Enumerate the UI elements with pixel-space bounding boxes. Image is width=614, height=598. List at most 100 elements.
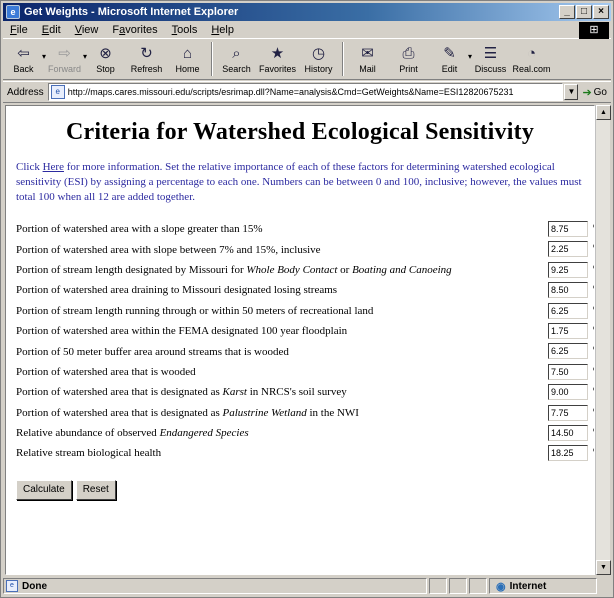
standard-toolbar: ⇦ Back ▾ ⇨ Forward ▾ ⊗ Stop ↻ Refresh ⌂ Home … bbox=[3, 40, 611, 80]
menu-favorites[interactable]: Favorites bbox=[105, 24, 164, 36]
mail-button[interactable]: ✉ Mail bbox=[347, 42, 388, 74]
weight-input[interactable]: 1.75 bbox=[548, 322, 588, 339]
toolbar-separator bbox=[342, 42, 344, 76]
criterion-label: Portion of watershed area that is wooded bbox=[16, 365, 196, 378]
favorites-button[interactable]: ★ Favorites bbox=[257, 42, 298, 74]
forward-button[interactable]: ⇨ Forward bbox=[44, 42, 85, 74]
here-link[interactable]: Here bbox=[43, 161, 64, 173]
realcom-icon: ◔ bbox=[526, 44, 537, 62]
form-buttons: Calculate Reset bbox=[16, 479, 594, 500]
weight-input[interactable]: 7.75 bbox=[548, 404, 588, 421]
criterion-row: Portion of watershed area that is wooded… bbox=[16, 362, 594, 382]
stop-button[interactable]: ⊗ Stop bbox=[85, 42, 126, 74]
page-done-icon: e bbox=[6, 580, 18, 592]
criterion-label: Portion of watershed area with a slope g… bbox=[16, 223, 263, 236]
go-arrow-icon: ➔ bbox=[582, 86, 592, 99]
maximize-button[interactable]: □ bbox=[576, 5, 592, 19]
menu-view[interactable]: View bbox=[68, 24, 106, 36]
weight-input[interactable]: 8.75 bbox=[548, 221, 588, 237]
criterion-row: Portion of watershed area with slope bet… bbox=[16, 239, 594, 259]
criterion-label: Portion of watershed area draining to Mi… bbox=[16, 284, 338, 297]
browser-window: e Get Weights - Microsoft Internet Explo… bbox=[0, 0, 614, 598]
menu-help[interactable]: Help bbox=[204, 24, 241, 36]
close-button[interactable]: × bbox=[593, 5, 609, 19]
criterion-row: Portion of watershed area draining to Mi… bbox=[16, 280, 594, 300]
discuss-icon: ☰ bbox=[483, 45, 498, 62]
status-text: Done bbox=[22, 580, 47, 592]
criterion-row: Portion of stream length designated by M… bbox=[16, 260, 594, 280]
security-zone: ◉ Internet bbox=[489, 578, 597, 594]
criterion-row: Relative abundance of observed Endangere… bbox=[16, 423, 594, 443]
criterion-label: Portion of stream length designated by M… bbox=[16, 263, 452, 276]
criterion-label: Relative stream biological health bbox=[16, 447, 162, 460]
go-button[interactable]: ➔ Go bbox=[578, 86, 611, 99]
criterion-label: Portion of 50 meter buffer area around s… bbox=[16, 345, 289, 358]
criteria-list: Portion of watershed area with a slope g… bbox=[16, 219, 594, 464]
edit-button[interactable]: ✎ Edit bbox=[429, 42, 470, 74]
address-url: http://maps.cares.missouri.edu/scripts/e… bbox=[67, 87, 514, 97]
criterion-row: Portion of 50 meter buffer area around s… bbox=[16, 341, 594, 361]
stop-icon: ⊗ bbox=[99, 45, 112, 62]
home-icon: ⌂ bbox=[182, 44, 193, 62]
address-label: Address bbox=[7, 86, 44, 98]
weight-input[interactable]: 2.25 bbox=[548, 241, 588, 258]
criterion-label: Portion of watershed area that is design… bbox=[16, 406, 359, 419]
back-arrow-icon: ⇦ bbox=[17, 45, 30, 62]
scroll-down-icon[interactable]: ▼ bbox=[596, 560, 611, 575]
weight-input[interactable]: 8.50 bbox=[548, 282, 588, 299]
refresh-button[interactable]: ↻ Refresh bbox=[126, 42, 167, 74]
weight-input[interactable]: 7.50 bbox=[548, 363, 588, 380]
menu-bar: File Edit View Favorites Tools Help ⊞ bbox=[3, 22, 611, 39]
criterion-row: Portion of watershed area that is design… bbox=[16, 403, 594, 423]
realcom-button[interactable]: ◔ Real.com bbox=[511, 42, 552, 75]
refresh-icon: ↻ bbox=[140, 45, 153, 62]
toolbar-separator bbox=[211, 42, 213, 76]
weight-input[interactable]: 14.50 bbox=[548, 424, 588, 441]
criterion-label: Relative abundance of observed Endangere… bbox=[16, 427, 249, 440]
weight-input[interactable]: 18.25 bbox=[548, 445, 588, 462]
page-title: Criteria for Watershed Ecological Sensit… bbox=[65, 119, 535, 145]
scroll-up-icon[interactable]: ▲ bbox=[596, 105, 611, 120]
search-button[interactable]: ⌕ Search bbox=[216, 42, 257, 75]
address-dropdown-icon[interactable]: ▼ bbox=[564, 84, 579, 100]
weight-input[interactable]: 9.00 bbox=[548, 384, 588, 401]
title-bar[interactable]: e Get Weights - Microsoft Internet Explo… bbox=[3, 3, 611, 21]
address-input[interactable]: e http://maps.cares.missouri.edu/scripts… bbox=[47, 83, 564, 101]
ie-logo-icon: e bbox=[6, 5, 20, 19]
menu-edit[interactable]: Edit bbox=[35, 24, 68, 36]
globe-icon: ◉ bbox=[496, 580, 506, 593]
minimize-button[interactable]: _ bbox=[559, 5, 575, 19]
resize-grip-icon[interactable] bbox=[599, 578, 611, 594]
criterion-label: Portion of watershed area within the FEM… bbox=[16, 325, 348, 338]
criterion-row: Portion of watershed area within the FEM… bbox=[16, 321, 594, 341]
home-button[interactable]: ⌂ Home bbox=[167, 42, 208, 75]
print-button[interactable]: ⎙ Print bbox=[388, 42, 429, 75]
criterion-label: Portion of watershed area that is design… bbox=[16, 386, 347, 399]
mail-icon: ✉ bbox=[361, 45, 374, 62]
favorites-icon: ★ bbox=[270, 45, 285, 62]
back-button[interactable]: ⇦ Back bbox=[3, 42, 44, 74]
criterion-row: Portion of watershed area with a slope g… bbox=[16, 219, 594, 239]
vertical-scrollbar[interactable]: ▲ ▼ bbox=[595, 105, 611, 575]
page-icon: e bbox=[50, 85, 65, 99]
discuss-button[interactable]: ☰ Discuss bbox=[470, 42, 511, 74]
status-cell bbox=[449, 578, 467, 594]
page-content: Criteria for Watershed Ecological Sensit… bbox=[5, 105, 595, 575]
status-text-area: e Done bbox=[3, 578, 427, 594]
criterion-row: Portion of stream length running through… bbox=[16, 301, 594, 321]
criterion-label: Portion of stream length running through… bbox=[16, 304, 374, 317]
window-title: Get Weights - Microsoft Internet Explore… bbox=[24, 6, 239, 18]
weight-input[interactable]: 6.25 bbox=[548, 343, 588, 360]
calculate-button[interactable]: Calculate bbox=[16, 479, 72, 500]
forward-arrow-icon: ⇨ bbox=[58, 45, 71, 62]
intro-text: Click Here for more information. Set the… bbox=[16, 161, 582, 203]
print-icon: ⎙ bbox=[402, 44, 415, 62]
weight-input[interactable]: 9.25 bbox=[548, 261, 588, 278]
menu-tools[interactable]: Tools bbox=[165, 24, 205, 36]
menu-file[interactable]: File bbox=[3, 24, 35, 36]
reset-button[interactable]: Reset bbox=[75, 479, 116, 500]
weight-input[interactable]: 6.25 bbox=[548, 302, 588, 319]
criterion-row: Relative stream biological health18.25% bbox=[16, 443, 594, 463]
history-button[interactable]: ◷ History bbox=[298, 42, 339, 74]
windows-logo-icon: ⊞ bbox=[579, 22, 609, 39]
